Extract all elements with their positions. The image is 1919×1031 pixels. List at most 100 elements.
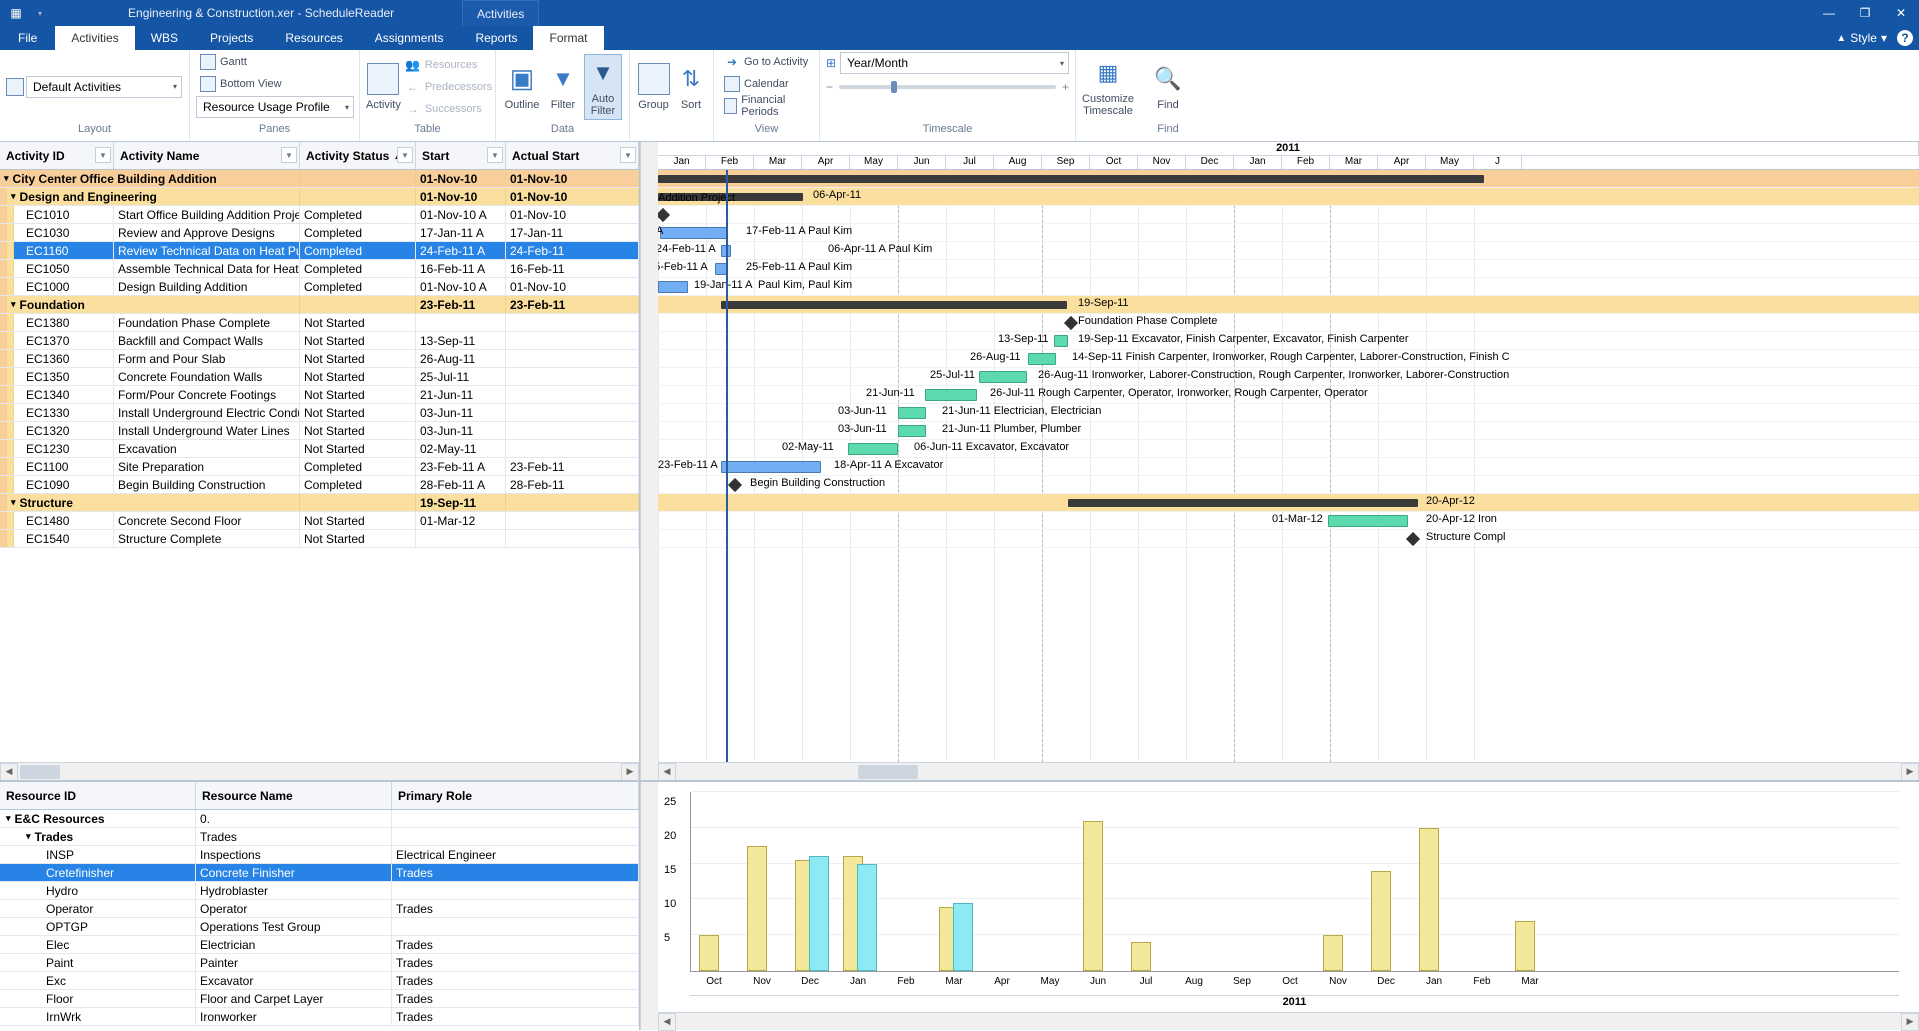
filter-button[interactable]: ▼Filter (546, 54, 580, 120)
gantt-bar[interactable] (1054, 335, 1068, 347)
scroll-left-icon[interactable]: ◀ (658, 1013, 676, 1031)
filter-icon[interactable]: ▼ (95, 147, 111, 163)
table-row[interactable]: EC1370Backfill and Compact WallsNot Star… (0, 332, 639, 350)
table-row[interactable]: OPTGPOperations Test Group (0, 918, 639, 936)
scroll-left-icon[interactable]: ◀ (0, 763, 18, 781)
tab-format[interactable]: Format (533, 26, 603, 50)
gantt-bar[interactable] (898, 407, 926, 419)
table-row[interactable]: OperatorOperatorTrades (0, 900, 639, 918)
milestone-icon[interactable] (1406, 532, 1420, 546)
tab-wbs[interactable]: WBS (135, 26, 194, 50)
milestone-icon[interactable] (1064, 316, 1078, 330)
financial-periods-button[interactable]: Financial Periods (720, 96, 813, 116)
table-row[interactable]: EC1000Design Building AdditionCompleted0… (0, 278, 639, 296)
zoom-in-button[interactable]: + (1062, 80, 1069, 94)
bottom-view-button[interactable]: Bottom View (196, 74, 353, 94)
table-row[interactable]: EC1350Concrete Foundation WallsNot Start… (0, 368, 639, 386)
table-row[interactable]: ▾City Center Office Building Addition01-… (0, 170, 639, 188)
table-row[interactable]: EC1540Structure CompleteNot Started (0, 530, 639, 548)
zoom-out-button[interactable]: − (826, 80, 833, 94)
minimize-button[interactable]: — (1811, 0, 1847, 26)
outline-button[interactable]: ▣Outline (502, 54, 542, 120)
style-arrow-icon[interactable]: ▾ (1881, 31, 1887, 45)
gantt-bar[interactable] (658, 281, 688, 293)
table-row[interactable]: INSPInspectionsElectrical Engineer (0, 846, 639, 864)
scroll-right-icon[interactable]: ▶ (1901, 763, 1919, 781)
tab-assignments[interactable]: Assignments (359, 26, 460, 50)
table-row[interactable]: EC1380Foundation Phase CompleteNot Start… (0, 314, 639, 332)
auto-filter-button[interactable]: ▼Auto Filter (584, 54, 622, 120)
gantt-bar[interactable] (925, 389, 977, 401)
table-row[interactable]: ▾Design and Engineering01-Nov-1001-Nov-1… (0, 188, 639, 206)
gantt-body[interactable]: 06-Apr-11Addition Project17-Feb-11 A Pau… (658, 170, 1919, 762)
filter-icon[interactable]: ▼ (620, 147, 636, 163)
scroll-left-icon[interactable]: ◀ (658, 763, 676, 781)
tab-resources[interactable]: Resources (269, 26, 358, 50)
table-row[interactable]: EC1100Site PreparationCompleted23-Feb-11… (0, 458, 639, 476)
gantt-bar[interactable] (658, 175, 1484, 183)
tab-reports[interactable]: Reports (459, 26, 533, 50)
milestone-icon[interactable] (728, 478, 742, 492)
goto-activity-button[interactable]: ➜Go to Activity (720, 52, 813, 72)
col-activity-status[interactable]: Activity Status▲▼ (300, 142, 416, 169)
filter-icon[interactable]: ▼ (487, 147, 503, 163)
gantt-hscroll[interactable]: ◀▶ (658, 762, 1919, 780)
col-primary-role[interactable]: Primary Role (392, 782, 639, 809)
style-menu[interactable]: Style (1850, 31, 1877, 45)
layout-icon[interactable] (6, 78, 24, 96)
table-row[interactable]: EC1010Start Office Building Addition Pro… (0, 206, 639, 224)
table-row[interactable]: EC1030Review and Approve DesignsComplete… (0, 224, 639, 242)
sort-button[interactable]: ⇅Sort (675, 54, 707, 120)
table-row[interactable]: PaintPainterTrades (0, 954, 639, 972)
table-row[interactable]: ▾Structure19-Sep-11 (0, 494, 639, 512)
table-row[interactable]: EC1050Assemble Technical Data for Heat P… (0, 260, 639, 278)
vscroll[interactable] (640, 142, 658, 780)
table-row[interactable]: EC1340Form/Pour Concrete FootingsNot Sta… (0, 386, 639, 404)
col-resource-name[interactable]: Resource Name (196, 782, 392, 809)
qat-dropdown-icon[interactable]: ▾ (32, 9, 48, 18)
table-row[interactable]: EC1320Install Underground Water LinesNot… (0, 422, 639, 440)
tab-file[interactable]: File (0, 26, 55, 50)
table-row[interactable]: EC1330Install Underground Electric Condu… (0, 404, 639, 422)
resource-body[interactable]: ▾E&C Resources0.▾TradesTradesINSPInspect… (0, 810, 639, 1030)
maximize-button[interactable]: ❐ (1847, 0, 1883, 26)
hscroll[interactable]: ◀▶ (0, 762, 639, 780)
gantt-bar[interactable] (660, 227, 728, 239)
zoom-slider[interactable] (839, 85, 1056, 89)
table-row[interactable]: ElecElectricianTrades (0, 936, 639, 954)
table-row[interactable]: EC1160Review Technical Data on Heat Pump… (0, 242, 639, 260)
col-resource-id[interactable]: Resource ID (0, 782, 196, 809)
chart-hscroll[interactable]: ◀▶ (658, 1012, 1919, 1030)
find-button[interactable]: 🔍Find (1146, 54, 1190, 120)
customize-timescale-button[interactable]: ▦Customize Timescale (1082, 54, 1134, 120)
filter-icon[interactable]: ▼ (281, 147, 297, 163)
table-row[interactable]: ▾TradesTrades (0, 828, 639, 846)
table-row[interactable]: HydroHydroblaster (0, 882, 639, 900)
gantt-bar[interactable] (1068, 499, 1418, 507)
close-button[interactable]: ✕ (1883, 0, 1919, 26)
table-row[interactable]: ExcExcavatorTrades (0, 972, 639, 990)
context-tab-activities[interactable]: Activities (462, 0, 539, 26)
col-actual-start[interactable]: Actual Start▼ (506, 142, 639, 169)
table-row[interactable]: ▾E&C Resources0. (0, 810, 639, 828)
scroll-right-icon[interactable]: ▶ (1901, 1013, 1919, 1031)
timescale-combo[interactable]: Year/Month▾ (840, 52, 1069, 74)
gantt-bar[interactable] (848, 443, 898, 455)
col-activity-id[interactable]: Activity ID▼ (0, 142, 114, 169)
help-button[interactable]: ? (1897, 30, 1913, 46)
vscroll[interactable] (640, 782, 658, 1030)
table-row[interactable]: CretefinisherConcrete FinisherTrades (0, 864, 639, 882)
gantt-bar[interactable] (979, 371, 1027, 383)
gantt-bar[interactable] (721, 301, 1067, 309)
activity-button[interactable]: Activity (366, 54, 401, 120)
table-row[interactable]: EC1360Form and Pour SlabNot Started26-Au… (0, 350, 639, 368)
col-start[interactable]: Start▼ (416, 142, 506, 169)
gantt-bar[interactable] (1028, 353, 1056, 365)
scroll-right-icon[interactable]: ▶ (621, 763, 639, 781)
layout-combo[interactable]: Default Activities ▾ (26, 76, 182, 98)
table-row[interactable]: IrnWrkIronworkerTrades (0, 1008, 639, 1026)
milestone-icon[interactable] (658, 208, 670, 222)
bottom-view-combo[interactable]: Resource Usage Profile▾ (196, 96, 354, 118)
grid-body[interactable]: ▾City Center Office Building Addition01-… (0, 170, 639, 762)
gantt-button[interactable]: Gantt (196, 52, 353, 72)
